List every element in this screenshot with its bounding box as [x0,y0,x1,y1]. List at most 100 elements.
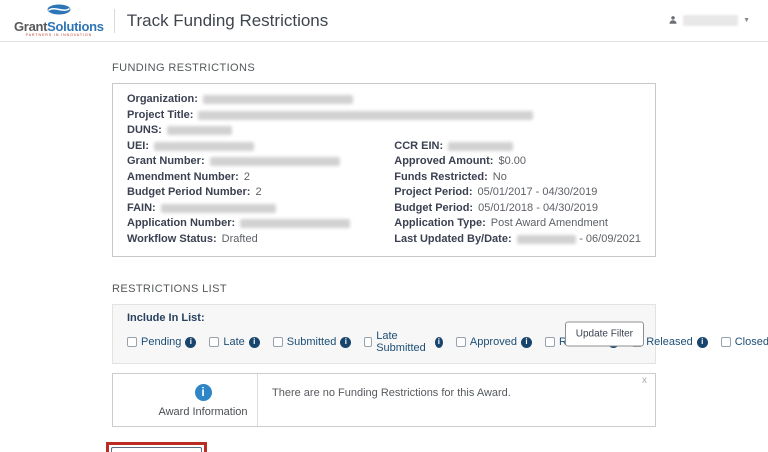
award-information-label: Award Information [158,406,247,418]
detail-field: Last Updated By/Date: - 06/09/2021 [394,232,641,248]
logo-tagline: PARTNERS IN INNOVATION [26,34,92,38]
detail-row: FAIN: Budget Period: 05/01/2018 - 04/30/20… [127,201,641,217]
filter-option-submitted[interactable]: Submittedi [273,336,352,348]
field-value: 2 [244,170,250,186]
filter-label: Submitted [287,336,337,348]
field-value: No [493,170,507,186]
filter-panel: Include In List: PendingiLateiSubmittedi… [112,304,656,364]
detail-row: Grant Number:Approved Amount: $0.00 [127,154,641,170]
filter-label: Closed [735,336,768,348]
redacted-value [210,157,340,166]
detail-field: DUNS: [127,123,641,139]
page-title: Track Funding Restrictions [127,11,329,31]
detail-field: Funds Restricted: No [394,170,641,186]
info-icon[interactable]: i [249,337,260,348]
field-label: Amendment Number: [127,170,239,186]
info-circle-icon: i [195,384,212,401]
app-header: GrantSolutions PARTNERS IN INNOVATION Tr… [0,0,768,42]
header-divider [114,9,115,33]
filter-option-pending[interactable]: Pending i [127,336,196,348]
field-label: Project Period: [394,185,472,201]
detail-field: Project Period: 05/01/2017 - 04/30/2019 [394,185,641,201]
field-value: Post Award Amendment [491,216,608,232]
filter-checkbox[interactable] [721,337,731,347]
info-icon[interactable]: i [521,337,532,348]
user-menu[interactable]: ▼ [664,9,754,33]
field-value: 05/01/2018 - 04/30/2019 [478,201,598,217]
info-icon[interactable]: i [435,337,443,348]
detail-field: Project Title: [127,108,641,124]
field-label: CCR EIN: [394,139,443,155]
field-value: 05/01/2017 - 04/30/2019 [478,185,598,201]
filter-option-approved[interactable]: Approvedi [456,336,532,348]
info-icon[interactable]: i [340,337,351,348]
update-filter-button[interactable]: Update Filter [565,322,644,347]
redacted-value [154,142,254,151]
filter-checkbox[interactable] [364,337,372,347]
field-label: Budget Period: [394,201,473,217]
detail-row: Organization: [127,92,641,108]
filter-checkbox[interactable] [273,337,283,347]
detail-row: DUNS: [127,123,641,139]
filter-checkbox[interactable] [545,337,555,347]
logo-swoosh-icon [47,3,71,19]
filter-label: Pending [141,336,181,348]
award-information-alert: x i Award Information There are no Fundi… [112,373,656,427]
field-label: Approved Amount: [394,154,493,170]
field-label: Project Title: [127,108,193,124]
filter-checkbox[interactable] [456,337,466,347]
redacted-value [240,219,350,228]
restrictions-list-heading: RESTRICTIONS LIST [112,283,656,295]
detail-field: Grant Number: [127,154,394,170]
filter-checkbox[interactable] [209,337,219,347]
field-label: Organization: [127,92,198,108]
detail-row: Application Number:Application Type:Post… [127,216,641,232]
include-in-list-label: Include In List: [127,312,641,324]
redacted-value [517,235,577,244]
add-restriction-button[interactable]: Add Restriction [111,447,202,452]
close-icon[interactable]: x [642,376,647,386]
main-content: FUNDING RESTRICTIONS Organization:Projec… [112,42,656,452]
award-details-panel: Organization:Project Title:DUNS:UEI: CCR … [112,83,656,257]
field-label: Funds Restricted: [394,170,488,186]
detail-field: Application Number: [127,216,394,232]
info-icon[interactable]: i [697,337,708,348]
filter-option-late-submitted[interactable]: Late Submittedi [364,330,443,354]
detail-field: UEI: [127,139,394,155]
redacted-value [161,204,276,213]
redacted-value [448,142,513,151]
redacted-value [167,126,232,135]
detail-field: Amendment Number: 2 [127,170,394,186]
field-value: $0.00 [498,154,526,170]
detail-field: Budget Period: 05/01/2018 - 04/30/2019 [394,201,641,217]
field-label: DUNS: [127,123,162,139]
field-label: FAIN: [127,201,156,217]
redacted-value [203,95,353,104]
detail-field: CCR EIN: [394,139,641,155]
detail-field: Organization: [127,92,641,108]
username-redacted [683,15,738,26]
no-restrictions-message: There are no Funding Restrictions for th… [258,374,525,426]
grantsolutions-logo[interactable]: GrantSolutions PARTNERS IN INNOVATION [14,3,104,38]
field-value: - 06/09/2021 [576,232,641,248]
filter-label: Late [223,336,244,348]
chevron-down-icon: ▼ [743,17,750,24]
filter-checkbox[interactable] [127,337,137,347]
detail-field: Budget Period Number:2 [127,185,394,201]
detail-field: FAIN: [127,201,394,217]
filter-option-closed[interactable]: Closedi [721,336,768,348]
field-value: 2 [255,185,261,201]
logo-wordmark: GrantSolutions [14,20,104,33]
field-label: Workflow Status: [127,232,217,248]
user-icon [668,12,678,30]
detail-field: Application Type:Post Award Amendment [394,216,641,232]
redacted-value [198,111,533,120]
detail-row: UEI: CCR EIN: [127,139,641,155]
filter-option-late[interactable]: Latei [209,336,259,348]
field-value: Drafted [222,232,258,248]
funding-restrictions-heading: FUNDING RESTRICTIONS [112,62,656,74]
red-highlight-annotation: Add Restriction [106,442,207,452]
detail-row: Amendment Number: 2 Funds Restricted: No [127,170,641,186]
field-label: UEI: [127,139,149,155]
info-icon[interactable]: i [185,337,196,348]
